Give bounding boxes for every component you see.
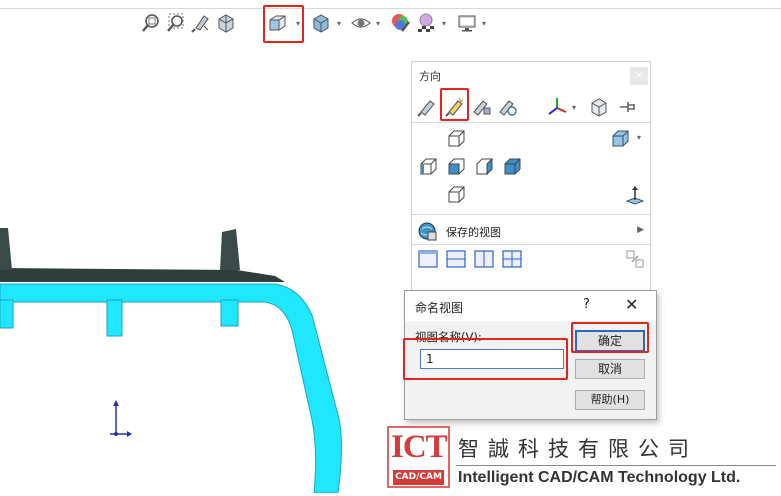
divider xyxy=(412,244,650,245)
reset-standard-views-icon[interactable] xyxy=(496,96,518,118)
back-view-icon[interactable] xyxy=(501,156,523,178)
left-view-icon[interactable] xyxy=(417,156,439,178)
view-cube-icon[interactable] xyxy=(588,96,610,118)
ict-logo-text: ICT xyxy=(391,429,448,465)
bottom-view-icon[interactable] xyxy=(445,184,467,206)
saved-views-icon xyxy=(416,220,438,242)
four-view-icon[interactable] xyxy=(501,248,523,270)
two-view-horizontal-icon[interactable] xyxy=(445,248,467,270)
chevron-down-icon[interactable]: ▾ xyxy=(482,20,490,28)
dialog-title: 命名视图 xyxy=(415,301,464,315)
highlight-new-view xyxy=(440,88,469,121)
model-viewport[interactable] xyxy=(0,180,400,494)
previous-view-icon[interactable] xyxy=(190,12,212,34)
normal-to-icon[interactable] xyxy=(624,184,646,206)
cancel-button[interactable]: 取消 xyxy=(575,359,645,379)
help-dialog-button[interactable]: 帮助(H) xyxy=(575,390,645,410)
view-selector-icon[interactable] xyxy=(416,96,438,118)
isometric-view-icon[interactable] xyxy=(609,128,631,150)
ict-logo-mark: ICT CAD/CAM xyxy=(387,426,450,488)
company-name-chinese: 智誠科技有限公司 xyxy=(458,437,698,461)
pin-icon[interactable] xyxy=(616,96,638,118)
right-view-icon[interactable] xyxy=(473,156,495,178)
top-view-icon[interactable] xyxy=(445,128,467,150)
saved-views-row[interactable]: 保存的视图 ▶ xyxy=(416,218,646,244)
chevron-down-icon[interactable]: ▾ xyxy=(442,20,450,28)
chevron-down-icon[interactable]: ▾ xyxy=(337,20,345,28)
two-view-vertical-icon[interactable] xyxy=(473,248,495,270)
chevron-down-icon[interactable]: ▾ xyxy=(637,134,645,142)
window-top-border xyxy=(0,8,781,9)
edit-appearance-icon[interactable] xyxy=(390,12,412,34)
dialog-titlebar: 命名视图 ? ✕ xyxy=(405,291,656,321)
close-button[interactable]: × xyxy=(630,67,648,85)
update-standard-views-icon[interactable] xyxy=(470,96,492,118)
single-view-icon[interactable] xyxy=(417,248,439,270)
divider xyxy=(412,214,650,215)
chevron-down-icon[interactable]: ▾ xyxy=(376,20,384,28)
display-style-icon[interactable] xyxy=(310,12,332,34)
company-logo: ICT CAD/CAM 智誠科技有限公司 Intelligent CAD/CAM… xyxy=(386,424,781,493)
front-view-icon[interactable] xyxy=(445,156,467,178)
section-view-icon[interactable] xyxy=(215,12,237,34)
apply-scene-icon[interactable] xyxy=(415,12,437,34)
close-button[interactable]: ✕ xyxy=(625,295,638,314)
triad-icon[interactable] xyxy=(546,96,568,118)
hide-show-items-icon[interactable] xyxy=(350,12,372,34)
highlight-ok-button xyxy=(571,322,649,353)
chevron-down-icon[interactable]: ▾ xyxy=(572,104,580,112)
zoom-area-icon[interactable] xyxy=(165,12,187,34)
view-settings-icon[interactable] xyxy=(456,12,478,34)
company-name-english: Intelligent CAD/CAM Technology Ltd. xyxy=(458,469,741,486)
highlight-view-orientation xyxy=(263,5,304,43)
link-views-icon[interactable] xyxy=(624,248,646,270)
chevron-right-icon: ▶ xyxy=(637,225,644,235)
orientation-panel-title: 方向 xyxy=(419,70,441,83)
saved-views-label: 保存的视图 xyxy=(446,226,501,239)
divider xyxy=(456,465,776,466)
zoom-to-fit-icon[interactable] xyxy=(140,12,162,34)
ict-logo-subtext: CAD/CAM xyxy=(393,470,444,485)
highlight-view-name-input xyxy=(403,338,568,380)
help-button[interactable]: ? xyxy=(583,297,590,312)
